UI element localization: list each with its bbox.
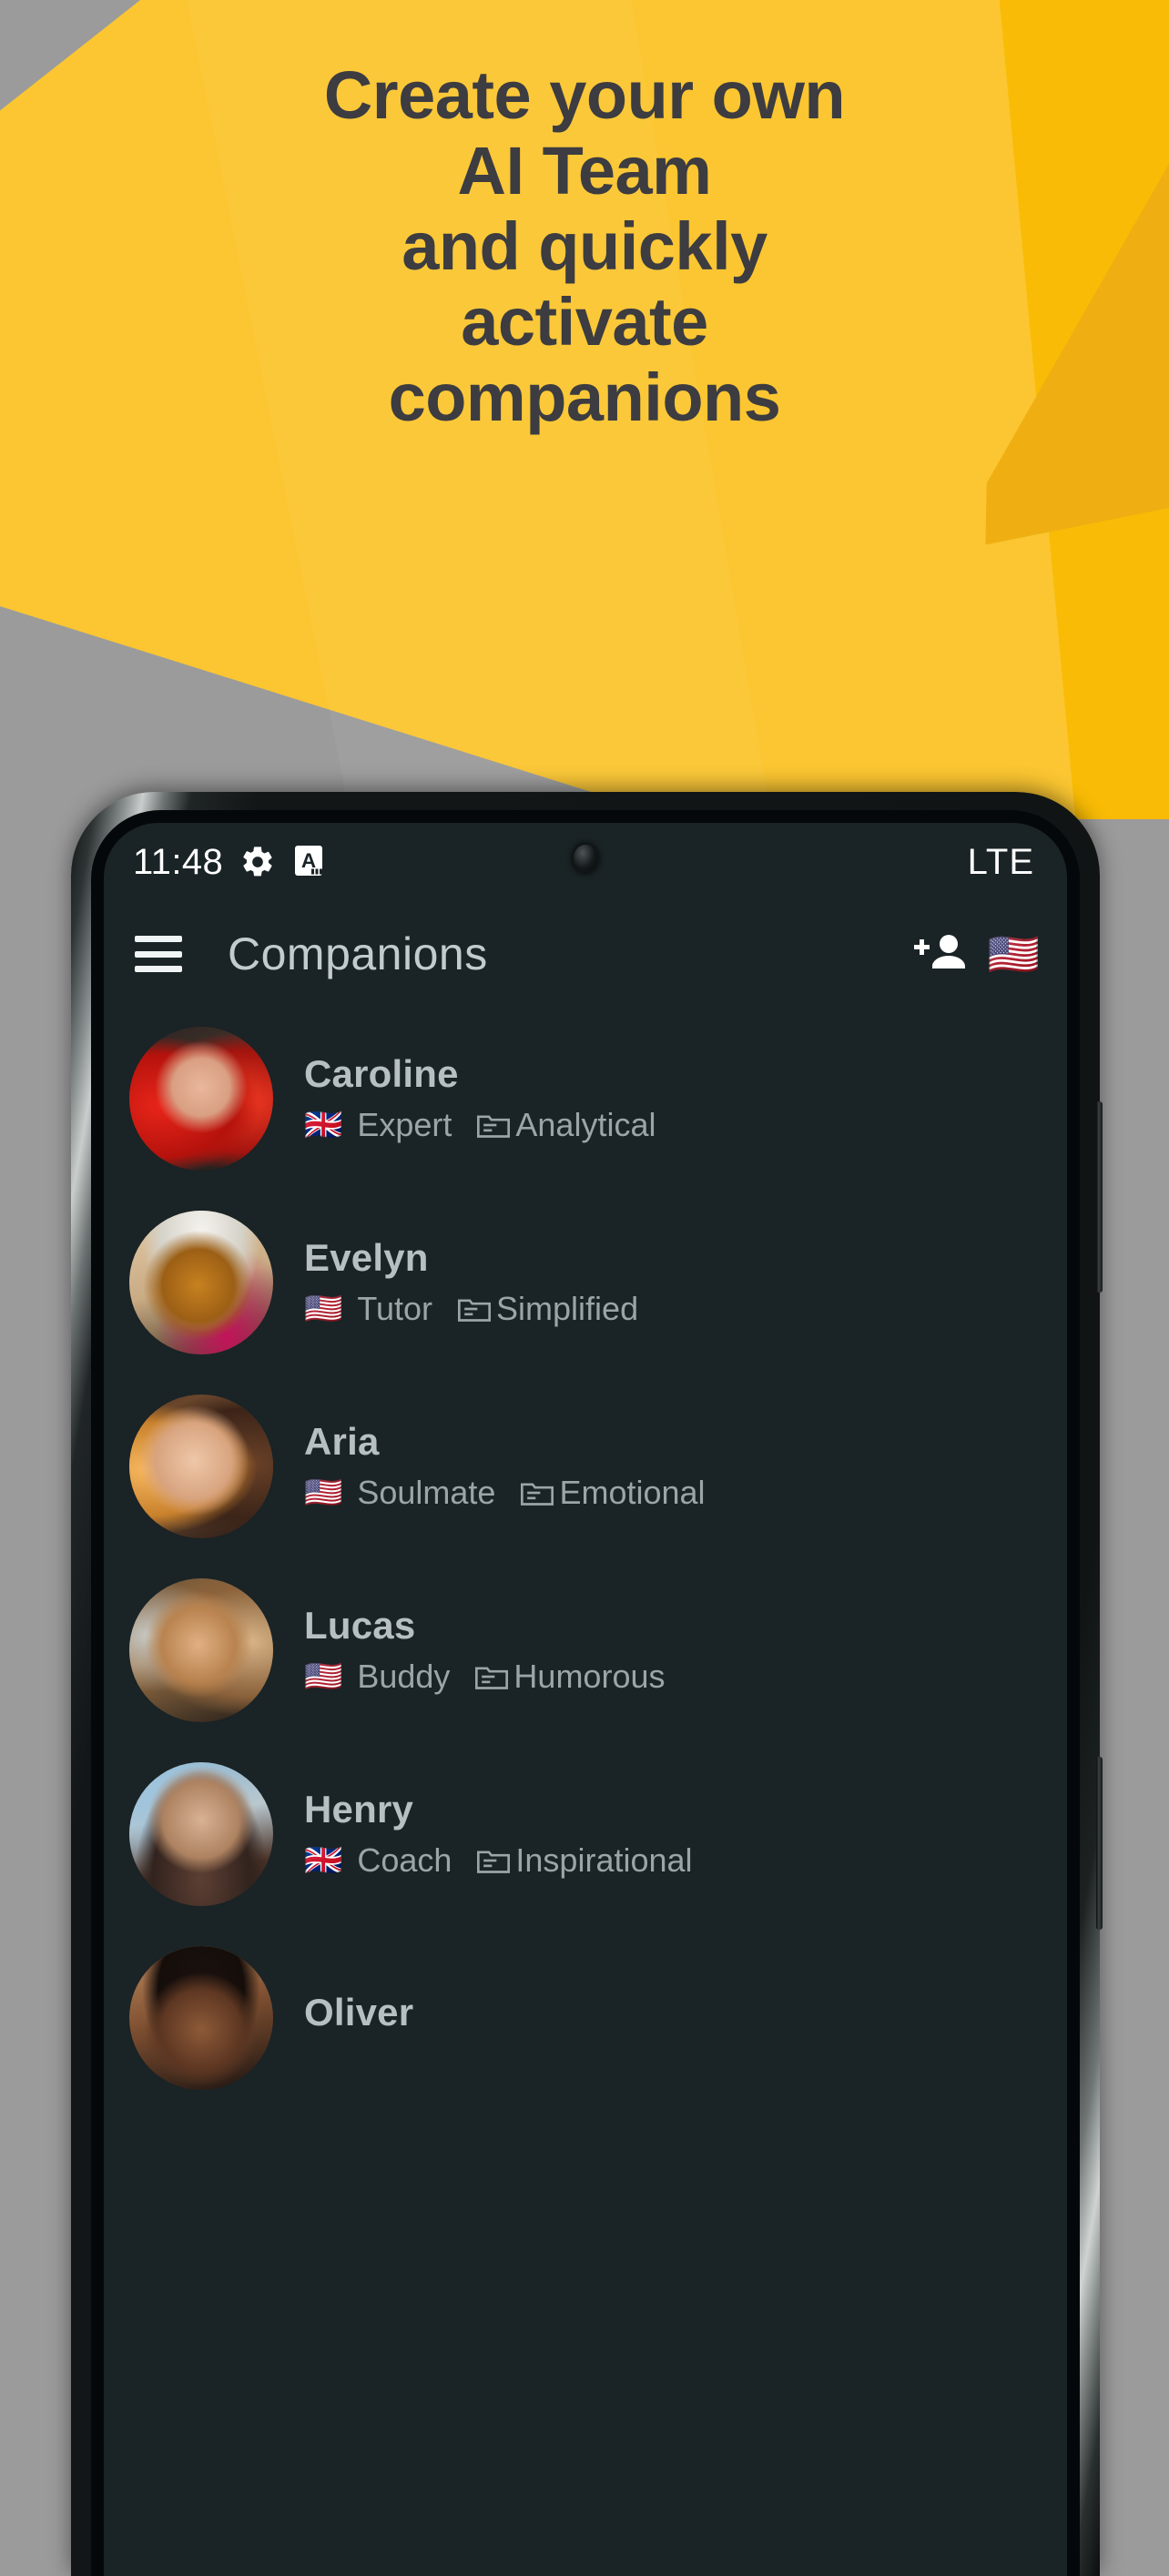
country-flag-icon: 🇬🇧	[304, 1843, 343, 1879]
companion-name: Henry	[304, 1787, 414, 1831]
country-flag-icon: 🇺🇸	[304, 1659, 343, 1695]
avatar[interactable]	[129, 1027, 273, 1171]
country-flag-icon: 🇬🇧	[304, 1108, 343, 1143]
companion-meta: 🇬🇧 Expert Analytical	[304, 1106, 656, 1144]
promo-headline: Create your own AI Team and quickly acti…	[323, 57, 846, 435]
svg-text:A: A	[301, 849, 316, 872]
companion-name: Aria	[304, 1419, 380, 1463]
companion-topic: Inspirational	[515, 1841, 693, 1880]
avatar[interactable]	[129, 1578, 273, 1722]
table-row[interactable]: Lucas 🇺🇸 Buddy Humorous	[104, 1558, 1067, 1742]
add-person-icon[interactable]	[913, 928, 971, 980]
companion-role: Soulmate	[357, 1474, 496, 1512]
table-row[interactable]: Henry 🇬🇧 Coach Inspirational	[104, 1742, 1067, 1926]
volume-up-button[interactable]	[1096, 1101, 1103, 1293]
phone-device-mockup: 11:48 A LTE Companions 🇺🇸 Caroline 🇬🇧 Ex…	[71, 792, 1103, 2576]
phone-screen: 11:48 A LTE Companions 🇺🇸 Caroline 🇬🇧 Ex…	[104, 823, 1067, 2576]
companion-topic: Simplified	[496, 1290, 639, 1328]
companion-role: Coach	[357, 1841, 452, 1880]
companion-meta: 🇺🇸 Soulmate Emotional	[304, 1474, 706, 1512]
table-row[interactable]: Aria 🇺🇸 Soulmate Emotional	[104, 1374, 1067, 1558]
folder-topic-icon	[456, 1293, 493, 1324]
companion-topic: Emotional	[559, 1474, 706, 1512]
country-flag-icon: 🇺🇸	[304, 1292, 343, 1327]
avatar[interactable]	[129, 1211, 273, 1354]
table-row[interactable]: Evelyn 🇺🇸 Tutor Simplified	[104, 1191, 1067, 1374]
promo-banner: Create your own AI Team and quickly acti…	[0, 0, 1169, 819]
avatar[interactable]	[129, 1946, 273, 2090]
folder-topic-icon	[475, 1110, 512, 1141]
companion-role: Expert	[357, 1106, 452, 1144]
companion-name: Lucas	[304, 1603, 416, 1647]
companion-meta: 🇺🇸 Buddy Humorous	[304, 1658, 665, 1696]
companion-role: Buddy	[357, 1658, 451, 1696]
avatar[interactable]	[129, 1762, 273, 1906]
companion-name: Caroline	[304, 1051, 459, 1095]
folder-topic-icon	[519, 1477, 555, 1508]
companion-role: Tutor	[357, 1290, 433, 1328]
companion-meta: 🇺🇸 Tutor Simplified	[304, 1290, 638, 1328]
network-indicator: LTE	[967, 841, 1034, 882]
language-flag-icon[interactable]: 🇺🇸	[988, 933, 1040, 975]
status-bar: 11:48 A LTE	[104, 823, 1067, 901]
companion-name: Oliver	[304, 1990, 414, 2033]
avatar[interactable]	[129, 1394, 273, 1538]
companion-topic: Analytical	[515, 1106, 656, 1144]
folder-topic-icon	[473, 1661, 510, 1692]
table-row[interactable]: Caroline 🇬🇧 Expert Analytical	[104, 1007, 1067, 1191]
companion-meta: 🇬🇧 Coach Inspirational	[304, 1841, 693, 1880]
gear-icon	[239, 844, 276, 880]
companion-name: Evelyn	[304, 1235, 429, 1279]
table-row[interactable]: Oliver	[104, 1926, 1067, 2110]
a-badge-icon: A	[292, 844, 325, 880]
folder-topic-icon	[475, 1845, 512, 1876]
companion-list[interactable]: Caroline 🇬🇧 Expert Analytical Evelyn 🇺🇸 …	[104, 1007, 1067, 2576]
status-bar-clock: 11:48	[133, 841, 224, 882]
country-flag-icon: 🇺🇸	[304, 1476, 343, 1511]
companion-topic: Humorous	[513, 1658, 666, 1696]
app-bar: Companions 🇺🇸	[104, 901, 1067, 1007]
hamburger-menu-icon[interactable]	[135, 936, 182, 972]
page-title: Companions	[228, 928, 488, 979]
volume-down-button[interactable]	[1096, 1757, 1103, 1930]
